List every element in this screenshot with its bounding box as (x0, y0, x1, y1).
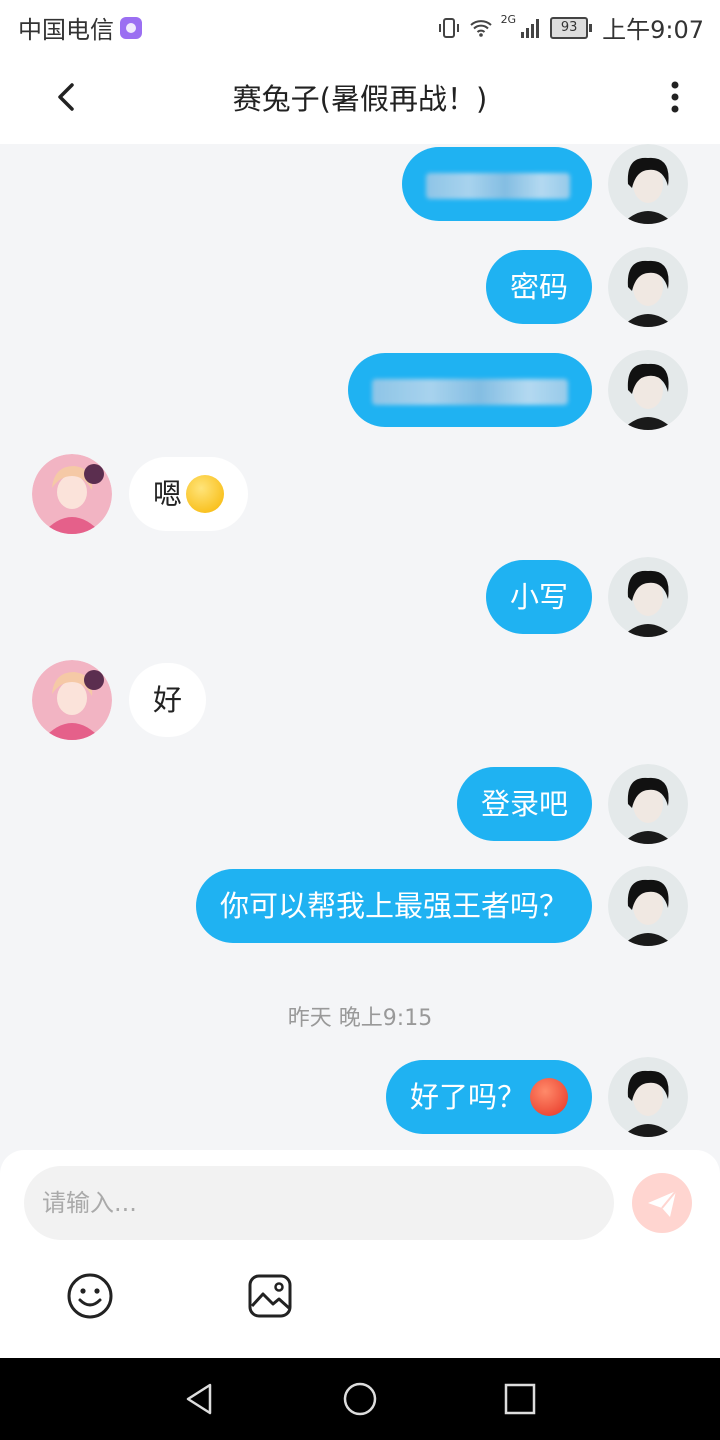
redacted-text (426, 173, 570, 199)
avatar-image (32, 454, 112, 534)
message-list[interactable]: 密码 嗯 小写 好 登录吧 你可以帮我上最强王者吗？ 昨天 晚上9:15 好了吗… (0, 144, 720, 1154)
carrier-name: 中国电信 (18, 16, 114, 44)
message-bubble[interactable]: 你可以帮我上最强王者吗？ (195, 869, 592, 943)
nav-home-icon[interactable] (340, 1379, 380, 1419)
status-bar: 中国电信 2G 93 上午9:07 (0, 0, 720, 50)
message-bubble[interactable]: 密码 (485, 250, 592, 324)
send-button[interactable] (632, 1173, 692, 1233)
battery-indicator: 93 (550, 16, 593, 39)
avatar-image (608, 247, 688, 327)
nav-recents-icon[interactable] (500, 1379, 540, 1419)
message-bubble[interactable]: 好 (129, 663, 207, 737)
message-text: 登录吧 (480, 787, 568, 821)
avatar-image (608, 1057, 688, 1137)
message-timestamp: 昨天 晚上9:15 (287, 1006, 433, 1031)
message-input[interactable] (24, 1166, 614, 1240)
angry-face-icon (530, 1078, 568, 1116)
nav-back-icon[interactable] (180, 1379, 220, 1419)
message-bubble[interactable]: 好了吗？ (385, 1060, 592, 1134)
message-row (0, 144, 720, 224)
message-row: 好 (0, 660, 720, 740)
message-row: 你可以帮我上最强王者吗？ (0, 866, 720, 946)
wifi-icon (469, 19, 492, 37)
avatar-image (608, 557, 688, 637)
network-type: 2G (500, 13, 517, 26)
message-text: 密码 (509, 270, 568, 304)
my-avatar[interactable] (608, 557, 688, 637)
message-text: 好 (153, 683, 183, 717)
avatar-image (608, 764, 688, 844)
my-avatar[interactable] (608, 350, 688, 430)
composer-panel (0, 1150, 720, 1358)
message-row: 登录吧 (0, 764, 720, 844)
message-bubble[interactable]: 嗯 (129, 457, 249, 531)
carrier-app-icon (120, 16, 142, 39)
message-bubble[interactable]: 登录吧 (456, 767, 592, 841)
message-text: 小写 (509, 580, 568, 614)
message-bubble-redacted[interactable] (348, 353, 592, 427)
message-text: 嗯 (153, 477, 183, 511)
send-icon (648, 1190, 677, 1217)
contact-avatar[interactable] (32, 454, 112, 534)
redacted-text (372, 379, 568, 405)
message-row: 好了吗？ (0, 1057, 720, 1137)
my-avatar[interactable] (608, 144, 688, 224)
avatar-image (608, 350, 688, 430)
contact-avatar[interactable] (32, 660, 112, 740)
clock: 上午9:07 (602, 16, 704, 44)
status-left: 中国电信 (18, 10, 142, 45)
my-avatar[interactable] (608, 1057, 688, 1137)
vibrate-icon (438, 17, 459, 38)
message-row: 嗯 (0, 454, 720, 534)
chat-title: 赛兔子(暑假再战！) (232, 82, 488, 116)
chat-header: 赛兔子(暑假再战！) (0, 50, 720, 144)
my-avatar[interactable] (608, 764, 688, 844)
message-bubble-redacted[interactable] (402, 147, 592, 221)
my-avatar[interactable] (608, 866, 688, 946)
message-bubble[interactable]: 小写 (485, 560, 592, 634)
emoji-icon[interactable] (66, 1272, 114, 1320)
more-vertical-icon[interactable] (660, 77, 690, 117)
message-row: 小写 (0, 557, 720, 637)
avatar-image (608, 866, 688, 946)
status-right: 2G 93 上午9:07 (437, 10, 704, 45)
my-avatar[interactable] (608, 247, 688, 327)
message-text: 你可以帮我上最强王者吗？ (219, 889, 568, 923)
avatar-image (608, 144, 688, 224)
smiling-face-icon (186, 475, 225, 513)
message-row (0, 350, 720, 430)
signal-icon (521, 18, 540, 38)
message-text: 好了吗？ (409, 1080, 526, 1114)
system-nav-bar (0, 1358, 720, 1440)
chevron-left-icon[interactable] (48, 77, 88, 117)
avatar-image (32, 660, 112, 740)
message-row: 密码 (0, 247, 720, 327)
image-icon[interactable] (246, 1272, 294, 1320)
